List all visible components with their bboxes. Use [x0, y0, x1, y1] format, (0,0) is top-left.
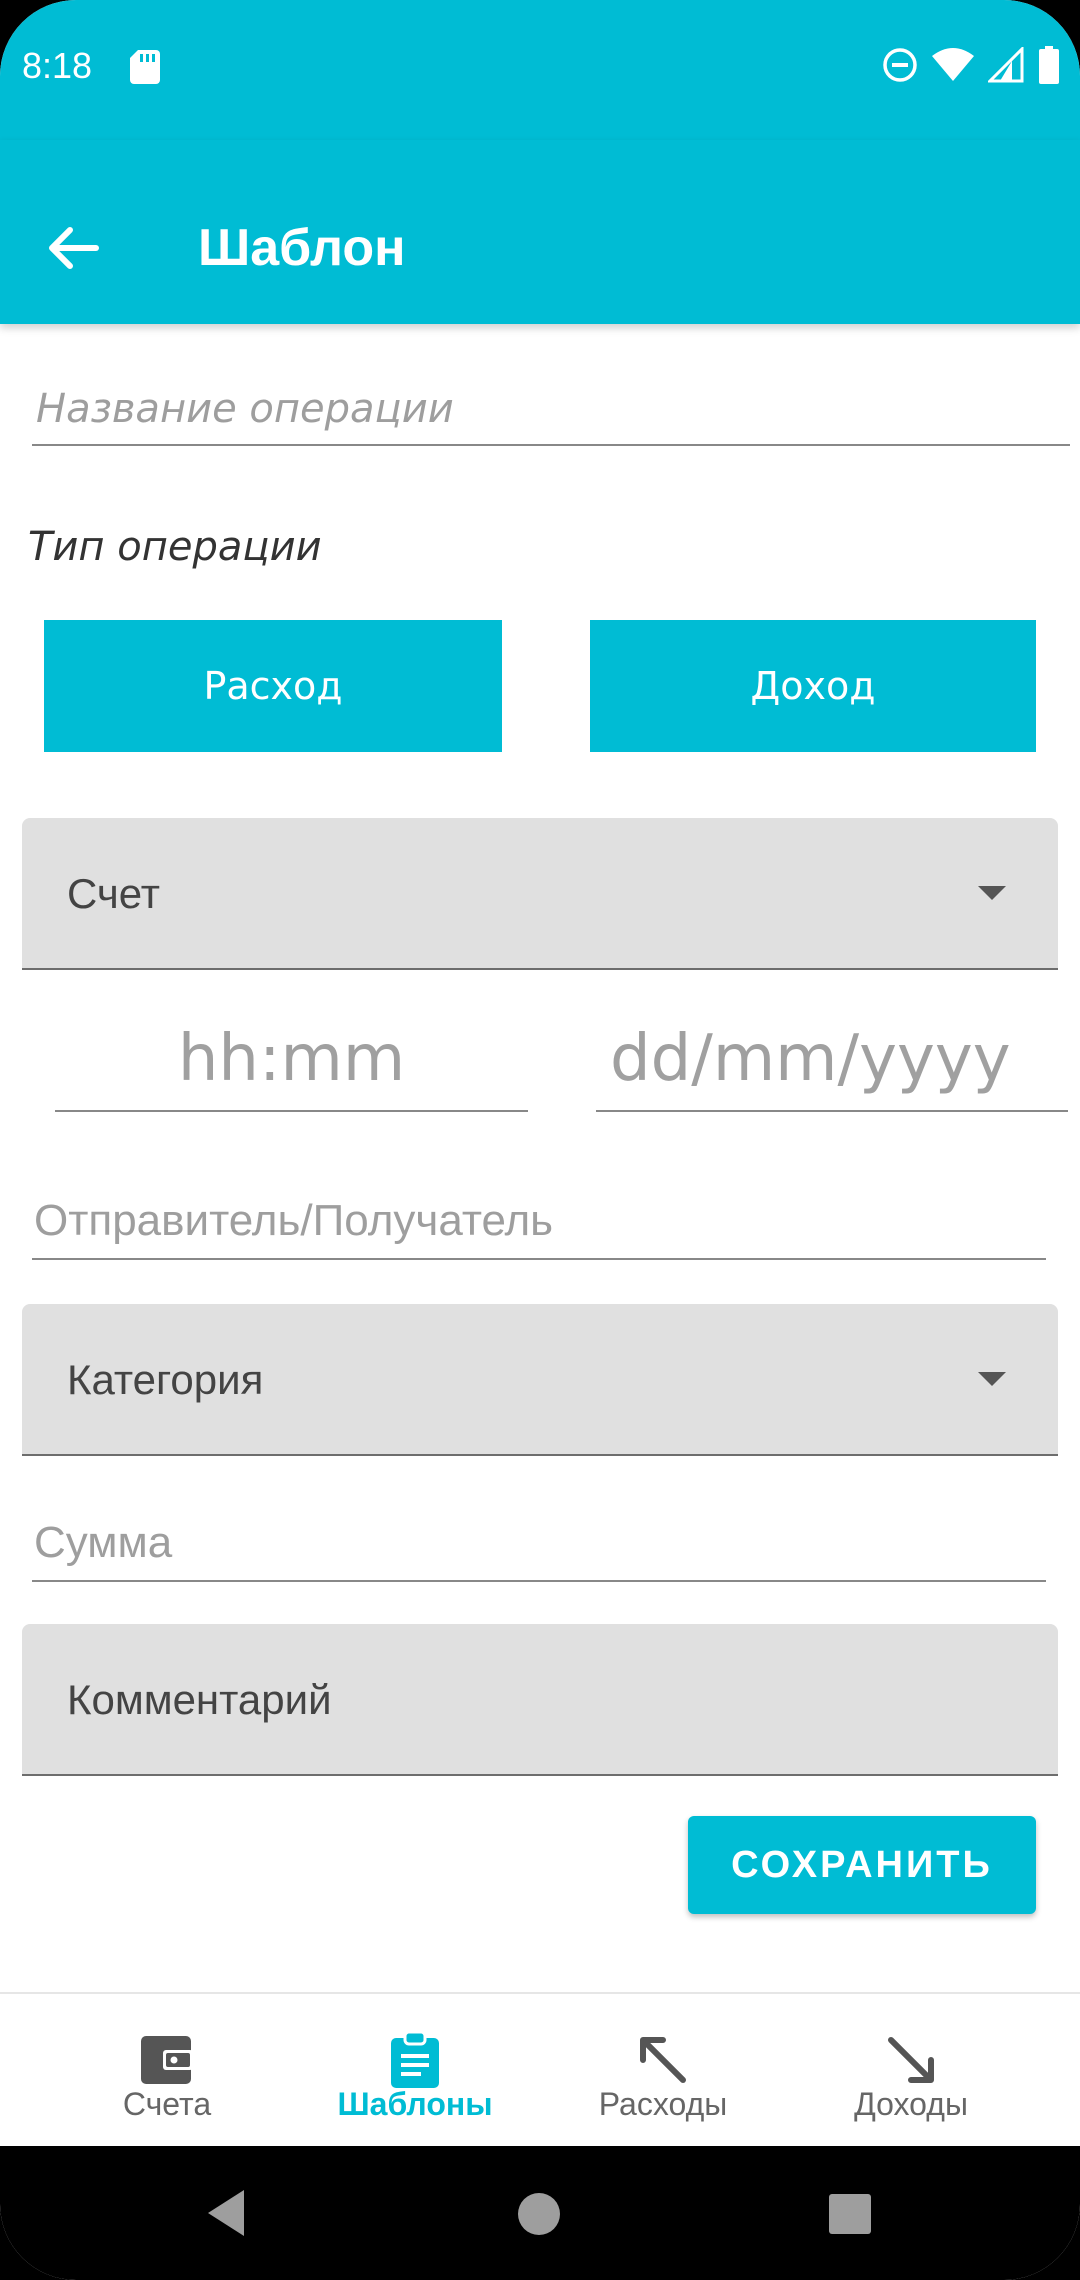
clipboard-icon — [391, 2030, 439, 2088]
time-placeholder: hh:mm — [177, 1022, 406, 1096]
nav-item-expenses[interactable]: Расходы — [538, 1994, 788, 2148]
operation-name-placeholder: Название операции — [36, 386, 454, 432]
nav-item-templates[interactable]: Шаблоны — [290, 1994, 540, 2148]
nav-item-accounts[interactable]: Счета — [42, 1994, 292, 2148]
system-nav-bar — [0, 2146, 1080, 2280]
dropdown-arrow-icon — [978, 1372, 1006, 1386]
wifi-icon — [932, 48, 974, 81]
status-time: 8:18 — [22, 45, 93, 86]
date-placeholder: dd/mm/yyyy — [610, 1022, 1011, 1096]
status-icons — [882, 46, 1060, 84]
nav-label: Шаблоны — [337, 2086, 493, 2122]
app-bar: Шаблон — [0, 140, 1080, 324]
time-input[interactable]: hh:mm — [55, 1010, 528, 1112]
category-label: Категория — [67, 1356, 264, 1403]
nav-label: Доходы — [854, 2086, 968, 2122]
operation-name-input[interactable]: Название операции — [32, 378, 1070, 446]
date-input[interactable]: dd/mm/yyyy — [596, 1010, 1068, 1112]
amount-placeholder: Сумма — [34, 1518, 173, 1567]
arrow-back-icon[interactable] — [40, 220, 110, 276]
sd-card-icon — [130, 50, 160, 84]
operation-type-label: Тип операции — [28, 524, 322, 570]
system-home-icon[interactable] — [518, 2193, 560, 2235]
account-label: Счет — [67, 870, 160, 917]
income-button[interactable]: Доход — [590, 620, 1036, 752]
system-back-icon[interactable] — [204, 2188, 248, 2238]
nav-item-income[interactable]: Доходы — [786, 1994, 1036, 2148]
battery-icon — [1039, 46, 1059, 84]
counterparty-input[interactable]: Отправитель/Получатель — [32, 1188, 1046, 1260]
comment-label: Комментарий — [67, 1676, 332, 1723]
status-bar: 8:18 — [0, 0, 1080, 140]
save-button[interactable]: СОХРАНИТЬ — [688, 1816, 1036, 1914]
signal-icon — [988, 47, 1024, 83]
wallet-icon — [141, 2036, 193, 2084]
amount-input[interactable]: Сумма — [32, 1510, 1046, 1582]
nav-label: Счета — [122, 2086, 212, 2122]
comment-input[interactable]: Комментарий — [22, 1624, 1058, 1776]
dropdown-arrow-icon — [978, 886, 1006, 900]
nav-label: Расходы — [598, 2086, 728, 2122]
app-screen: 8:18 Шаблон Название операции Тип операц… — [0, 0, 1080, 2280]
category-dropdown[interactable]: Категория — [22, 1304, 1058, 1456]
account-dropdown[interactable]: Счет — [22, 818, 1058, 970]
arrow-down-right-icon — [888, 2037, 934, 2083]
system-recents-icon[interactable] — [829, 2194, 871, 2234]
page-title: Шаблон — [198, 219, 406, 277]
counterparty-placeholder: Отправитель/Получатель — [34, 1196, 554, 1245]
do-not-disturb-icon — [883, 48, 917, 82]
expense-button[interactable]: Расход — [44, 620, 502, 752]
bottom-navigation: Счета Шаблоны Расходы Доходы — [0, 1992, 1080, 2148]
arrow-up-left-icon — [640, 2037, 686, 2083]
